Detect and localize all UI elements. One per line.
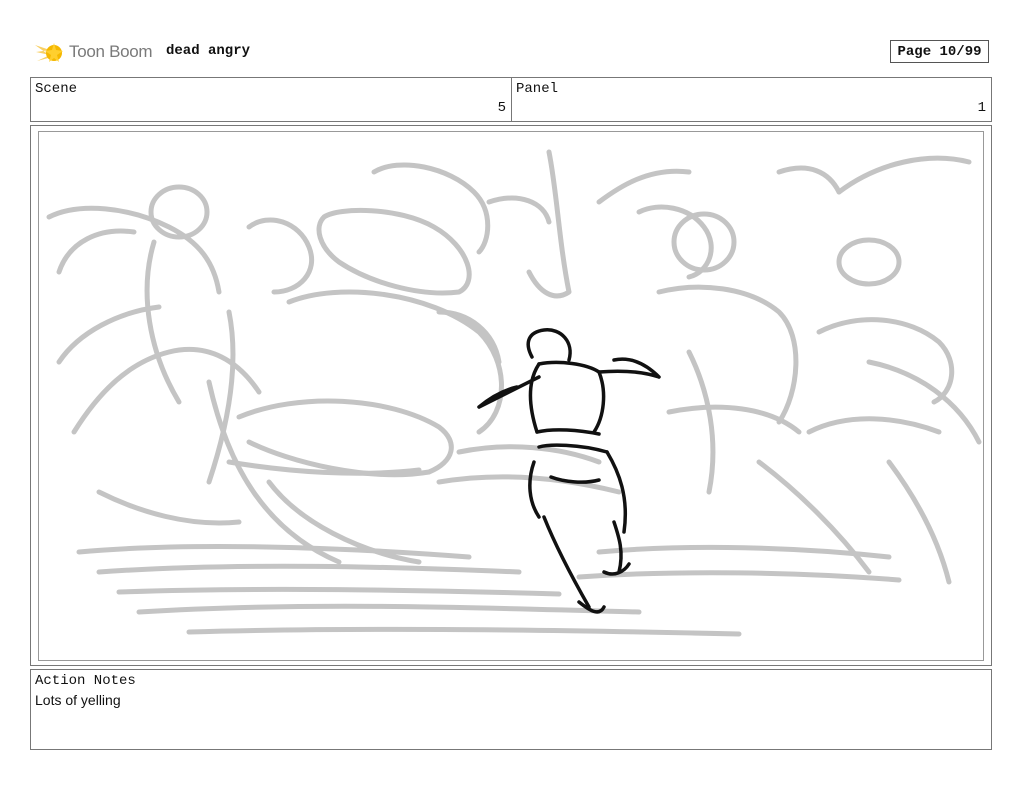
storyboard-drawing bbox=[38, 131, 984, 661]
action-notes-field: Action Notes Lots of yelling bbox=[30, 669, 992, 750]
sketch-artwork bbox=[46, 149, 982, 637]
page-indicator: Page 10/99 bbox=[890, 40, 989, 63]
panel-field: Panel 1 bbox=[511, 77, 992, 122]
scene-label: Scene bbox=[35, 81, 78, 97]
page-label: Page 10/99 bbox=[897, 43, 982, 60]
toon-boom-logo: Toon Boom bbox=[33, 36, 153, 68]
scene-value: 5 bbox=[497, 100, 506, 116]
scene-field: Scene 5 bbox=[30, 77, 512, 122]
panel-label: Panel bbox=[516, 81, 559, 97]
project-title: dead angry bbox=[166, 43, 251, 59]
panel-value: 1 bbox=[977, 100, 986, 116]
logo-text: Toon Boom bbox=[69, 42, 153, 61]
crowd-sketch bbox=[46, 149, 982, 637]
toon-boom-star-icon bbox=[35, 43, 63, 62]
action-notes-label: Action Notes bbox=[35, 673, 136, 689]
action-notes-text: Lots of yelling bbox=[35, 692, 121, 708]
